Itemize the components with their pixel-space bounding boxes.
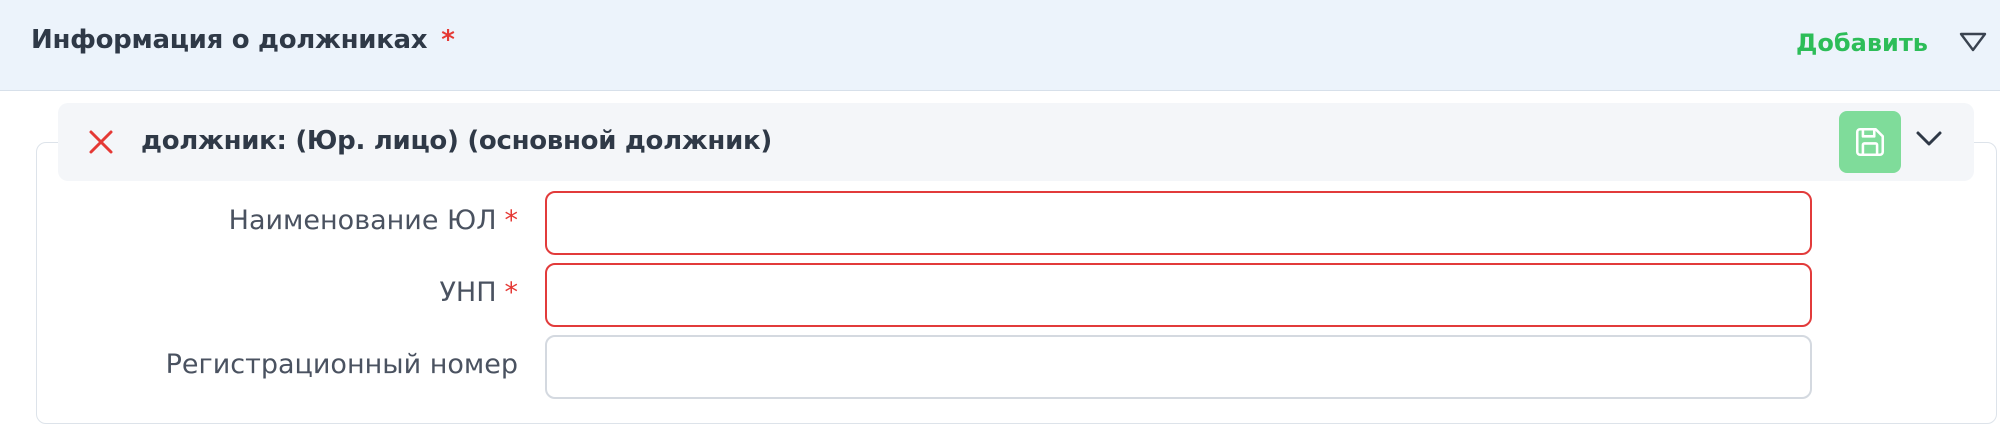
- reg-number-field-label-text: Регистрационный номер: [165, 349, 518, 380]
- required-mark: *: [504, 205, 519, 236]
- close-icon[interactable]: [86, 127, 116, 157]
- triangle-down-outline-icon[interactable]: [1958, 30, 1988, 54]
- section-header: Информация о должниках * Добавить: [0, 0, 2000, 91]
- required-mark: *: [441, 25, 455, 55]
- unp-field[interactable]: [545, 263, 1812, 327]
- save-button[interactable]: [1839, 111, 1901, 173]
- reg-number-field[interactable]: [545, 335, 1812, 399]
- debtor-title: должник: (Юр. лицо) (основной должник): [141, 126, 772, 156]
- section-title: Информация о должниках *: [31, 25, 455, 55]
- add-debtor-button[interactable]: Добавить: [1796, 29, 1928, 57]
- reg-number-field-label: Регистрационный номер: [166, 349, 518, 380]
- name-field[interactable]: [545, 191, 1812, 255]
- name-field-label: Наименование ЮЛ *: [229, 205, 518, 236]
- section-title-text: Информация о должниках: [31, 25, 428, 55]
- unp-field-label: УНП *: [439, 277, 518, 308]
- save-icon: [1855, 127, 1885, 157]
- chevron-down-icon[interactable]: [1914, 126, 1944, 150]
- unp-field-label-text: УНП: [439, 277, 497, 308]
- name-field-label-text: Наименование ЮЛ: [228, 205, 497, 236]
- required-mark: *: [504, 277, 519, 308]
